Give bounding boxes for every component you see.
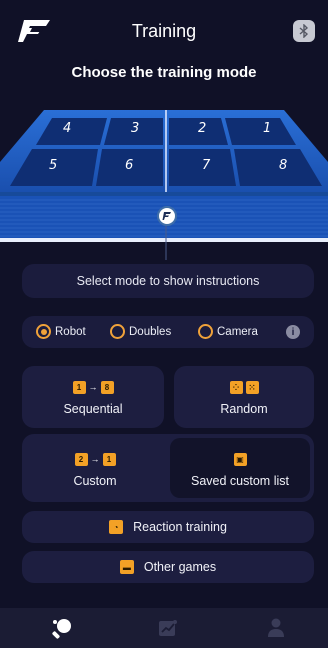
dice-icon: ⁘ ⁙	[229, 380, 259, 394]
mode-selector: Robot Doubles Camera i	[22, 316, 314, 348]
dice-face-icon: ⁘	[229, 380, 243, 394]
sequential-card[interactable]: 1 → 8 Sequential	[22, 366, 164, 428]
instructions-banner: Select mode to show instructions	[22, 264, 314, 298]
page-title: Training	[131, 21, 197, 41]
header: Training	[0, 0, 328, 60]
zone-end-icon: 8	[100, 380, 114, 394]
arrow-right-icon: →	[88, 382, 98, 392]
court-zone-7[interactable]: 7	[202, 158, 210, 173]
zone-start-icon: 2	[74, 452, 88, 466]
bluetooth-icon	[299, 24, 309, 38]
court-zone-1[interactable]: 1	[263, 121, 271, 136]
training-screen: Training Choose the training mode 4 3 2 …	[0, 0, 328, 648]
bottom-nav	[0, 608, 328, 648]
reaction-training-label: Reaction training	[133, 520, 227, 534]
random-label: Random	[220, 402, 268, 416]
table-court	[0, 110, 328, 260]
court-zone-8[interactable]: 8	[279, 158, 287, 173]
brand-ball-icon	[157, 206, 177, 226]
radio-selected-icon	[36, 324, 51, 339]
saved-custom-list-content: ▣ Saved custom list	[170, 438, 310, 498]
info-icon[interactable]: i	[286, 325, 300, 339]
mode-camera-label: Camera	[217, 325, 258, 338]
court-zone-2[interactable]: 2	[198, 121, 206, 136]
nav-stats[interactable]	[156, 616, 180, 640]
paddle-icon	[52, 619, 71, 639]
mode-robot-label: Robot	[55, 325, 86, 338]
custom-icon: 2 → 1	[74, 452, 116, 466]
custom-card[interactable]: 2 → 1 Custom	[22, 434, 168, 502]
court-zone-6[interactable]: 6	[125, 158, 133, 173]
gamepad-icon: ▬	[119, 560, 134, 574]
subtitle: Choose the training mode	[71, 64, 257, 81]
saved-list-icon: ▣	[233, 452, 247, 466]
other-games-label: Other games	[143, 560, 217, 574]
chart-icon	[159, 620, 177, 636]
mode-robot-radio[interactable]: Robot	[36, 324, 86, 339]
mode-camera-radio[interactable]: Camera	[198, 324, 258, 339]
zone-end-icon: 1	[102, 452, 116, 466]
bluetooth-button[interactable]	[293, 20, 315, 42]
timer-icon: ◔	[109, 520, 124, 534]
nav-profile[interactable]	[264, 616, 288, 640]
saved-custom-list-label: Saved custom list	[191, 474, 289, 488]
radio-unselected-icon	[198, 324, 213, 339]
arrow-right-icon: →	[90, 454, 100, 464]
sequential-label: Sequential	[63, 402, 123, 416]
court-zone-4[interactable]: 4	[63, 121, 71, 136]
profile-icon	[268, 618, 284, 637]
radio-unselected-icon	[110, 324, 125, 339]
reaction-training-button[interactable]: ◔ Reaction training	[22, 511, 314, 543]
random-card[interactable]: ⁘ ⁙ Random	[174, 366, 314, 428]
save-icon: ▣	[233, 452, 247, 466]
custom-label: Custom	[73, 474, 117, 488]
zone-start-icon: 1	[72, 380, 86, 394]
court-zone-5[interactable]: 5	[49, 158, 57, 173]
mode-doubles-radio[interactable]: Doubles	[110, 324, 171, 339]
court-zone-3[interactable]: 3	[131, 121, 139, 136]
nav-training[interactable]	[50, 616, 74, 640]
mode-doubles-label: Doubles	[129, 325, 172, 338]
other-games-button[interactable]: ▬ Other games	[22, 551, 314, 583]
sequential-icon: 1 → 8	[72, 380, 114, 394]
dice-face-icon: ⁙	[245, 380, 259, 394]
